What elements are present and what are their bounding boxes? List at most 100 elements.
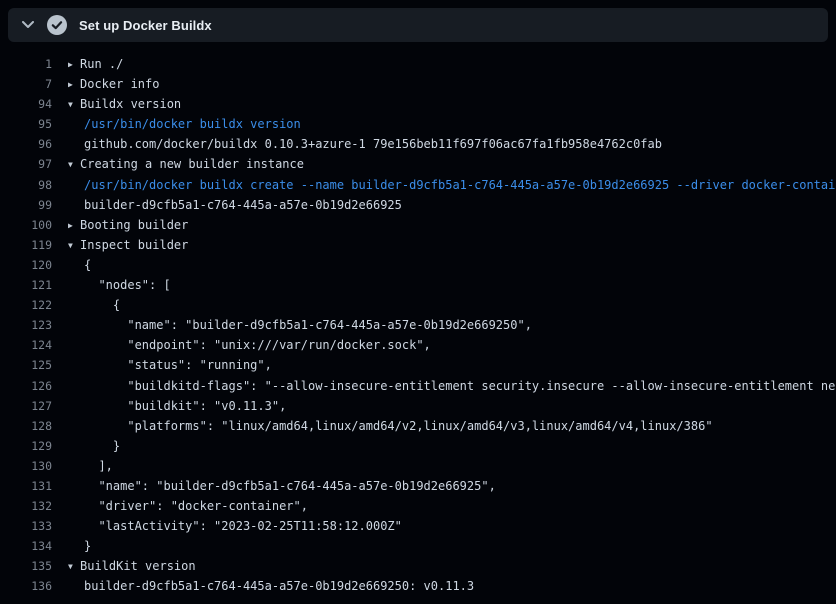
group-title: BuildKit version	[80, 559, 196, 573]
line-number-link[interactable]: 96	[0, 134, 52, 154]
line-number-link[interactable]: 136	[0, 576, 52, 596]
log-group-toggle[interactable]: ▼BuildKit version	[68, 556, 836, 576]
line-number-link[interactable]: 133	[0, 516, 52, 536]
line-number-link[interactable]: 120	[0, 255, 52, 275]
line-number-link[interactable]: 7	[0, 74, 52, 94]
log-line: 125 "status": "running",	[0, 355, 836, 375]
log-line: 97 ▼Creating a new builder instance	[0, 154, 836, 174]
output-text: "name": "builder-d9cfb5a1-c764-445a-a57e…	[84, 476, 836, 496]
log-line: 135 ▼BuildKit version	[0, 556, 836, 576]
log-line: 123 "name": "builder-d9cfb5a1-c764-445a-…	[0, 315, 836, 335]
log-group-toggle[interactable]: ▼Buildx version	[68, 94, 836, 114]
log-line: 1 ▶Run ./	[0, 54, 836, 74]
group-title: Creating a new builder instance	[80, 157, 304, 171]
line-number-link[interactable]: 131	[0, 476, 52, 496]
log-viewer: 1▶Run ./7▶Docker info94▼Buildx version95…	[0, 42, 836, 597]
log-line: 100 ▶Booting builder	[0, 215, 836, 235]
command-text: /usr/bin/docker buildx create --name bui…	[84, 175, 836, 195]
step-header[interactable]: Set up Docker Buildx	[8, 8, 828, 42]
group-title: Booting builder	[80, 218, 188, 232]
output-text: "lastActivity": "2023-02-25T11:58:12.000…	[84, 516, 836, 536]
group-title: Inspect builder	[80, 238, 188, 252]
log-line: 133 "lastActivity": "2023-02-25T11:58:12…	[0, 516, 836, 536]
log-line: 129 }	[0, 436, 836, 456]
output-text: ],	[84, 456, 836, 476]
line-number-link[interactable]: 95	[0, 114, 52, 134]
line-number-link[interactable]: 132	[0, 496, 52, 516]
log-line: 131 "name": "builder-d9cfb5a1-c764-445a-…	[0, 476, 836, 496]
line-number-link[interactable]: 97	[0, 154, 52, 174]
log-line: 136 builder-d9cfb5a1-c764-445a-a57e-0b19d…	[0, 576, 836, 596]
line-number-link[interactable]: 125	[0, 355, 52, 375]
line-number-link[interactable]: 122	[0, 295, 52, 315]
log-group-toggle[interactable]: ▼Inspect builder	[68, 235, 836, 255]
output-text: "buildkit": "v0.11.3",	[84, 396, 836, 416]
triangle-expanded-icon: ▼	[68, 155, 80, 174]
command-text: /usr/bin/docker buildx version	[84, 114, 836, 134]
log-line: 130 ],	[0, 456, 836, 476]
log-line: 98/usr/bin/docker buildx create --name b…	[0, 175, 836, 195]
triangle-collapsed-icon: ▶	[68, 55, 80, 74]
line-number-link[interactable]: 127	[0, 396, 52, 416]
output-text: {	[84, 295, 836, 315]
log-line: 95/usr/bin/docker buildx version	[0, 114, 836, 134]
triangle-collapsed-icon: ▶	[68, 75, 80, 94]
log-group-toggle[interactable]: ▶Run ./	[68, 54, 836, 74]
triangle-expanded-icon: ▼	[68, 95, 80, 114]
log-group-toggle[interactable]: ▶Booting builder	[68, 215, 836, 235]
output-text: builder-d9cfb5a1-c764-445a-a57e-0b19d2e6…	[84, 576, 836, 596]
line-number-link[interactable]: 98	[0, 175, 52, 195]
triangle-expanded-icon: ▼	[68, 236, 80, 255]
log-line: 134}	[0, 536, 836, 556]
output-text: "buildkitd-flags": "--allow-insecure-ent…	[84, 376, 836, 396]
triangle-expanded-icon: ▼	[68, 557, 80, 576]
step-title: Set up Docker Buildx	[79, 18, 212, 33]
log-line: 119 ▼Inspect builder	[0, 235, 836, 255]
line-number-link[interactable]: 1	[0, 54, 52, 74]
group-title: Buildx version	[80, 97, 181, 111]
line-number-link[interactable]: 123	[0, 315, 52, 335]
output-text: github.com/docker/buildx 0.10.3+azure-1 …	[84, 134, 836, 154]
group-title: Docker info	[80, 77, 159, 91]
log-line: 126 "buildkitd-flags": "--allow-insecure…	[0, 376, 836, 396]
log-line: 94 ▼Buildx version	[0, 94, 836, 114]
log-group-toggle[interactable]: ▼Creating a new builder instance	[68, 154, 836, 174]
group-title: Run ./	[80, 57, 123, 71]
log-line: 96 github.com/docker/buildx 0.10.3+azure-…	[0, 134, 836, 154]
line-number-link[interactable]: 135	[0, 556, 52, 576]
line-number-link[interactable]: 126	[0, 376, 52, 396]
log-line: 132 "driver": "docker-container",	[0, 496, 836, 516]
line-number-link[interactable]: 134	[0, 536, 52, 556]
output-text: "status": "running",	[84, 355, 836, 375]
line-number-link[interactable]: 130	[0, 456, 52, 476]
output-text: "endpoint": "unix:///var/run/docker.sock…	[84, 335, 836, 355]
line-number-link[interactable]: 99	[0, 195, 52, 215]
output-text: }	[84, 536, 836, 556]
line-number-link[interactable]: 129	[0, 436, 52, 456]
log-line: 7 ▶Docker info	[0, 74, 836, 94]
log-group-toggle[interactable]: ▶Docker info	[68, 74, 836, 94]
log-line: 122 {	[0, 295, 836, 315]
line-number-link[interactable]: 94	[0, 94, 52, 114]
log-line: 127 "buildkit": "v0.11.3",	[0, 396, 836, 416]
line-number-link[interactable]: 119	[0, 235, 52, 255]
log-line: 120 {	[0, 255, 836, 275]
log-line: 121 "nodes": [	[0, 275, 836, 295]
line-number-link[interactable]: 100	[0, 215, 52, 235]
output-text: "name": "builder-d9cfb5a1-c764-445a-a57e…	[84, 315, 836, 335]
log-line: 128 "platforms": "linux/amd64,linux/amd6…	[0, 416, 836, 436]
log-line: 124 "endpoint": "unix:///var/run/docker.…	[0, 335, 836, 355]
output-text: "nodes": [	[84, 275, 836, 295]
line-number-link[interactable]: 128	[0, 416, 52, 436]
output-text: "driver": "docker-container",	[84, 496, 836, 516]
line-number-link[interactable]: 121	[0, 275, 52, 295]
line-number-link[interactable]: 124	[0, 335, 52, 355]
chevron-down-icon[interactable]	[22, 21, 34, 29]
output-text: }	[84, 436, 836, 456]
triangle-collapsed-icon: ▶	[68, 216, 80, 235]
output-text: {	[84, 255, 836, 275]
output-text: builder-d9cfb5a1-c764-445a-a57e-0b19d2e6…	[84, 195, 836, 215]
check-circle-icon	[47, 15, 67, 35]
output-text: "platforms": "linux/amd64,linux/amd64/v2…	[84, 416, 836, 436]
log-line: 99 builder-d9cfb5a1-c764-445a-a57e-0b19d2…	[0, 195, 836, 215]
